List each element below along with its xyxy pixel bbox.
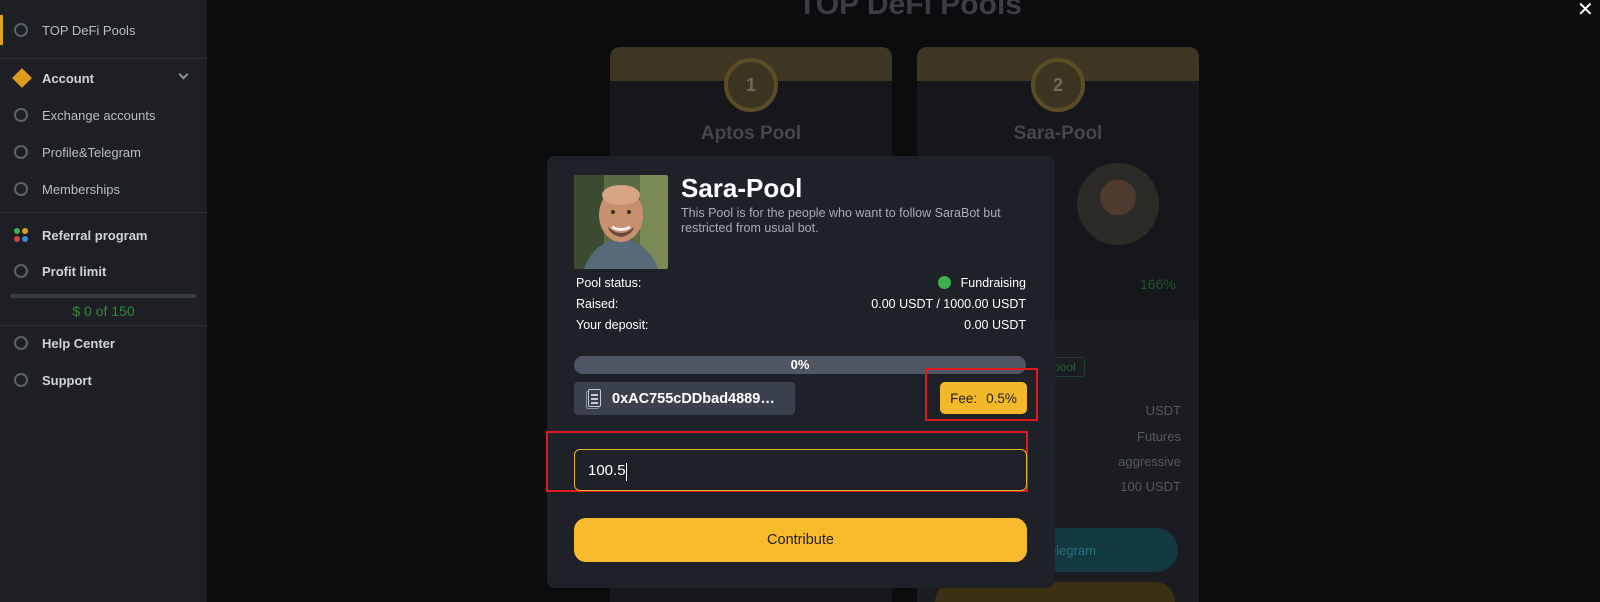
sidebar-item-exchange-accounts[interactable]: Exchange accounts — [0, 100, 207, 130]
card-row-value: aggressive — [1118, 454, 1181, 469]
account-icon — [12, 68, 32, 88]
sidebar-item-support[interactable]: Support — [0, 365, 207, 395]
sidebar-item-label: Help Center — [42, 335, 115, 351]
sidebar-item-referral-program[interactable]: Referral program — [0, 220, 207, 250]
sidebar-item-label: Exchange accounts — [42, 107, 156, 123]
avatar-photo — [574, 175, 668, 269]
modal-title: Sara-Pool — [681, 173, 803, 203]
sidebar-item-label: TOP DeFi Pools — [42, 22, 136, 38]
modal-description: This Pool is for the people who want to … — [681, 206, 1001, 235]
membership-icon — [14, 182, 28, 196]
deposit-value: 0.00 USDT — [964, 318, 1026, 332]
pool-status-value: Fundraising — [937, 276, 1026, 290]
sidebar-item-label: Profit limit — [42, 263, 107, 279]
sidebar-item-profile-telegram[interactable]: Profile&Telegram — [0, 137, 207, 167]
profit-icon — [14, 264, 28, 278]
card-avatar — [1077, 163, 1159, 245]
pool-status-label: Pool status: — [576, 276, 642, 290]
copy-icon — [586, 389, 602, 409]
exchange-icon — [14, 108, 28, 122]
sidebar: TOP DeFi Pools Account Exchange accounts… — [0, 0, 207, 602]
card-row-value: USDT — [1145, 403, 1181, 418]
raised-value: 0.00 USDT / 1000.00 USDT — [871, 297, 1026, 311]
pool-address: 0xAC755cDDbad48898… — [612, 390, 782, 407]
card-rank-badge: 2 — [1031, 58, 1085, 112]
profit-limit-text: $ 0 of 150 — [72, 303, 135, 319]
sidebar-item-top-defi-pools[interactable]: TOP DeFi Pools — [0, 15, 207, 45]
card-profit-percent: 166% — [1140, 276, 1176, 292]
status-dot-icon — [937, 276, 951, 289]
profit-limit-bar — [10, 294, 196, 298]
sidebar-item-help-center[interactable]: Help Center — [0, 328, 207, 358]
sidebar-item-account[interactable]: Account — [0, 63, 207, 93]
pools-icon — [14, 23, 28, 37]
sidebar-item-label: Referral program — [42, 227, 148, 243]
card-row-value: Futures — [1136, 429, 1181, 444]
card-title: Aptos Pool — [700, 123, 802, 144]
deposit-label: Your deposit: — [576, 318, 649, 332]
support-icon — [14, 373, 28, 387]
contribute-button[interactable]: Contribute — [574, 518, 1027, 562]
contribute-modal: Sara-Pool This Pool is for the people wh… — [546, 156, 1055, 588]
pool-avatar — [574, 175, 668, 269]
sidebar-item-label: Support — [42, 372, 92, 388]
card-title: Sara-Pool — [1013, 123, 1103, 144]
close-icon[interactable]: ✕ — [1577, 0, 1594, 20]
card-rank-badge: 1 — [724, 58, 778, 112]
copy-address-button[interactable]: 0xAC755cDDbad48898… — [574, 382, 795, 415]
sidebar-item-profit-limit[interactable]: Profit limit — [0, 256, 207, 286]
card-row-value: 100 USDT — [1120, 479, 1181, 494]
referral-icon — [14, 228, 28, 242]
help-icon — [14, 336, 28, 350]
sidebar-divider — [0, 212, 207, 213]
pool-status-text: Fundraising — [960, 276, 1026, 290]
text-cursor — [626, 463, 627, 481]
profile-icon — [14, 145, 28, 159]
deposit-row: Your deposit: 0.00 USDT — [576, 318, 1026, 336]
sidebar-item-memberships[interactable]: Memberships — [0, 174, 207, 204]
sidebar-divider — [0, 58, 207, 59]
sidebar-item-label: Memberships — [42, 181, 121, 197]
sidebar-divider — [0, 325, 207, 326]
sidebar-item-label: Account — [42, 70, 94, 86]
fee-highlight-box — [925, 368, 1038, 421]
sidebar-item-label: Profile&Telegram — [42, 144, 141, 160]
raised-row: Raised: 0.00 USDT / 1000.00 USDT — [576, 297, 1026, 315]
chevron-down-icon — [178, 69, 189, 80]
pool-status-row: Pool status: Fundraising — [576, 276, 1026, 294]
amount-input[interactable] — [574, 449, 1027, 491]
page-title: TOP DeFi Pools — [798, 0, 1022, 21]
raised-label: Raised: — [576, 297, 619, 311]
